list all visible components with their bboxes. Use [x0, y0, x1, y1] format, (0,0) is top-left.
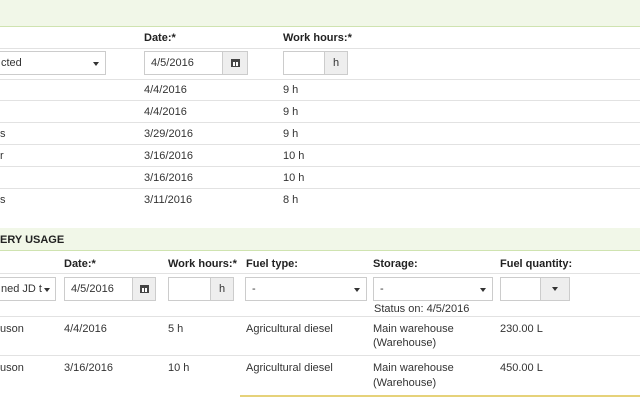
hours-unit-addon: h — [210, 278, 233, 300]
worker-select[interactable]: cted — [0, 51, 106, 75]
mach-date-value: 4/5/2016 — [71, 283, 114, 295]
row-name: r — [0, 150, 4, 162]
calendar-icon — [230, 59, 240, 67]
row-date: 4/4/2016 — [144, 84, 187, 96]
row-date: 3/16/2016 — [144, 172, 193, 184]
divider — [0, 100, 640, 101]
hours-unit-label: h — [332, 57, 340, 69]
machine-select-value: ned JD t — [1, 283, 42, 295]
row-storage-line2: (Warehouse) — [373, 337, 437, 349]
mach-hours-header: Work hours:* — [168, 258, 237, 270]
worker-select-value: cted — [1, 57, 22, 69]
row-hours: 5 h — [168, 323, 184, 335]
chevron-down-icon — [480, 288, 486, 292]
mach-hours-input[interactable]: h — [168, 277, 234, 301]
chevron-down-icon — [552, 287, 558, 291]
hours-unit-label: h — [218, 283, 226, 295]
calendar-button[interactable] — [132, 278, 155, 300]
calendar-icon — [139, 285, 149, 293]
storage-status: Status on: 4/5/2016 — [374, 303, 470, 315]
divider — [0, 188, 640, 189]
mach-date-input[interactable]: 4/5/2016 — [64, 277, 156, 301]
row-date: 3/11/2016 — [144, 194, 193, 206]
divider — [0, 316, 640, 317]
row-name: s — [0, 128, 6, 140]
divider — [0, 273, 640, 274]
fuel-qty-addon[interactable] — [540, 278, 569, 300]
chevron-down-icon — [44, 288, 50, 292]
fuel-qty-select[interactable] — [500, 277, 570, 301]
storage-select[interactable]: - — [373, 277, 493, 301]
row-fuel-qty: 230.00 L — [500, 323, 543, 335]
divider — [0, 355, 640, 356]
work-hours-input[interactable]: h — [283, 51, 348, 75]
hours-unit-addon: h — [324, 52, 347, 74]
fuel-section-underline — [240, 395, 640, 397]
work-section-header — [0, 0, 640, 27]
row-storage-line1: Main warehouse — [373, 362, 454, 374]
divider — [0, 122, 640, 123]
row-hours: 10 h — [283, 172, 305, 184]
divider — [0, 48, 640, 49]
row-hours: 9 h — [283, 106, 299, 118]
divider — [0, 79, 640, 80]
calendar-button[interactable] — [222, 52, 247, 74]
work-date-value: 4/5/2016 — [151, 57, 194, 69]
row-date: 3/16/2016 — [64, 362, 113, 374]
fuel-type-header: Fuel type: — [246, 258, 298, 270]
storage-value: - — [380, 283, 384, 295]
row-fuel-type: Agricultural diesel — [246, 362, 333, 374]
row-hours: 9 h — [283, 128, 299, 140]
row-fuel-qty: 450.00 L — [500, 362, 543, 374]
row-date: 4/4/2016 — [64, 323, 107, 335]
row-fuel-type: Agricultural diesel — [246, 323, 333, 335]
row-date: 4/4/2016 — [144, 106, 187, 118]
row-hours: 8 h — [283, 194, 299, 206]
row-name: uson — [0, 323, 24, 335]
row-storage-line2: (Warehouse) — [373, 377, 437, 389]
fuel-qty-header: Fuel quantity: — [500, 258, 573, 270]
row-hours: 9 h — [283, 84, 299, 96]
fuel-type-value: - — [252, 283, 256, 295]
divider — [0, 166, 640, 167]
mach-date-header: Date:* — [64, 258, 96, 270]
machine-select[interactable]: ned JD t — [0, 277, 56, 301]
work-date-header: Date:* — [144, 32, 176, 44]
divider — [0, 144, 640, 145]
chevron-down-icon — [354, 288, 360, 292]
row-date: 3/29/2016 — [144, 128, 193, 140]
work-date-input[interactable]: 4/5/2016 — [144, 51, 248, 75]
storage-header: Storage: — [373, 258, 418, 270]
row-storage-line1: Main warehouse — [373, 323, 454, 335]
chevron-down-icon — [93, 62, 99, 66]
row-hours: 10 h — [283, 150, 305, 162]
row-name: uson — [0, 362, 24, 374]
work-hours-header: Work hours:* — [283, 32, 352, 44]
machinery-section-title: ERY USAGE — [0, 234, 65, 246]
row-hours: 10 h — [168, 362, 190, 374]
fuel-type-select[interactable]: - — [245, 277, 367, 301]
row-name: s — [0, 194, 6, 206]
row-date: 3/16/2016 — [144, 150, 193, 162]
machinery-section-header — [0, 228, 640, 251]
